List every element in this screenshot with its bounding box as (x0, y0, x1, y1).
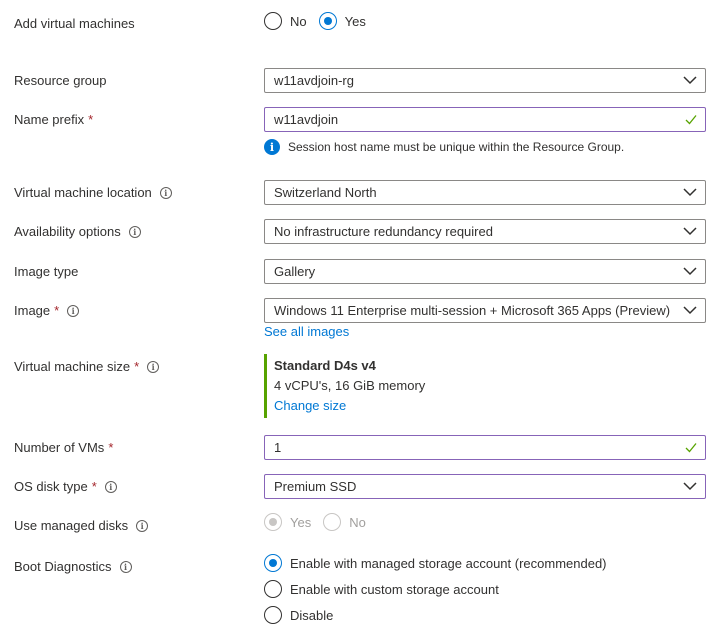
radio-custom[interactable] (264, 580, 282, 598)
os-disk-label: OS disk type * i (14, 479, 117, 494)
managed-disks-radio-group: Yes No (264, 513, 378, 531)
chevron-down-icon (683, 76, 697, 85)
name-prefix-note: i Session host name must be unique withi… (264, 139, 624, 155)
image-type-dropdown[interactable]: Gallery (264, 259, 706, 284)
boot-diagnostics-label: Boot Diagnostics i (14, 559, 132, 574)
vm-size-label: Virtual machine size * i (14, 359, 160, 374)
chevron-down-icon (683, 267, 697, 276)
availability-label: Availability options i (14, 224, 141, 239)
radio-disable[interactable] (264, 606, 282, 624)
boot-diag-option-disable[interactable]: Disable (264, 606, 345, 624)
image-type-label: Image type (14, 264, 79, 279)
info-icon[interactable]: i (104, 480, 117, 493)
vm-size-summary: Standard D4s v4 4 vCPU's, 16 GiB memory … (264, 354, 425, 418)
vm-location-label: Virtual machine location i (14, 185, 172, 200)
name-prefix-label: Name prefix * (14, 112, 94, 127)
info-icon[interactable]: i (67, 304, 80, 317)
availability-dropdown[interactable]: No infrastructure redundancy required (264, 219, 706, 244)
info-icon[interactable]: i (136, 519, 149, 532)
boot-diag-option-custom[interactable]: Enable with custom storage account (264, 580, 511, 598)
add-vms-radio-group: No Yes (264, 12, 378, 30)
managed-disks-label: Use managed disks i (14, 518, 149, 533)
chevron-down-icon (683, 306, 697, 315)
info-icon[interactable]: i (147, 360, 160, 373)
info-icon[interactable]: i (119, 560, 132, 573)
image-dropdown[interactable]: Windows 11 Enterprise multi-session + Mi… (264, 298, 706, 323)
radio-no[interactable] (323, 513, 342, 531)
radio-yes[interactable] (318, 12, 337, 30)
chevron-down-icon (683, 188, 697, 197)
see-all-images-link[interactable]: See all images (264, 324, 349, 339)
vm-size-name: Standard D4s v4 (274, 358, 376, 373)
image-label: Image * i (14, 303, 80, 318)
chevron-down-icon (683, 227, 697, 236)
add-vms-label: Add virtual machines (14, 16, 135, 31)
os-disk-dropdown[interactable]: Premium SSD (264, 474, 706, 499)
num-vms-label: Number of VMs * (14, 440, 114, 455)
name-prefix-input[interactable]: w11avdjoin (264, 107, 706, 132)
checkmark-icon (685, 443, 697, 453)
info-icon[interactable]: i (128, 225, 141, 238)
radio-no[interactable] (264, 12, 282, 30)
info-icon: i (264, 139, 280, 155)
add-vms-yes-option[interactable]: Yes (318, 12, 366, 30)
resource-group-label: Resource group (14, 73, 107, 88)
radio-yes[interactable] (264, 513, 282, 531)
vm-location-dropdown[interactable]: Switzerland North (264, 180, 706, 205)
add-vms-no-option[interactable]: No (264, 12, 307, 30)
radio-managed[interactable] (264, 554, 282, 572)
managed-disks-no-option[interactable]: No (323, 513, 366, 531)
boot-diag-option-managed[interactable]: Enable with managed storage account (rec… (264, 554, 619, 572)
managed-disks-yes-option[interactable]: Yes (264, 513, 311, 531)
resource-group-dropdown[interactable]: w11avdjoin-rg (264, 68, 706, 93)
chevron-down-icon (683, 482, 697, 491)
change-size-link[interactable]: Change size (274, 398, 425, 413)
vm-size-specs: 4 vCPU's, 16 GiB memory (274, 378, 426, 393)
info-icon[interactable]: i (159, 186, 172, 199)
checkmark-icon (685, 115, 697, 125)
num-vms-input[interactable]: 1 (264, 435, 706, 460)
